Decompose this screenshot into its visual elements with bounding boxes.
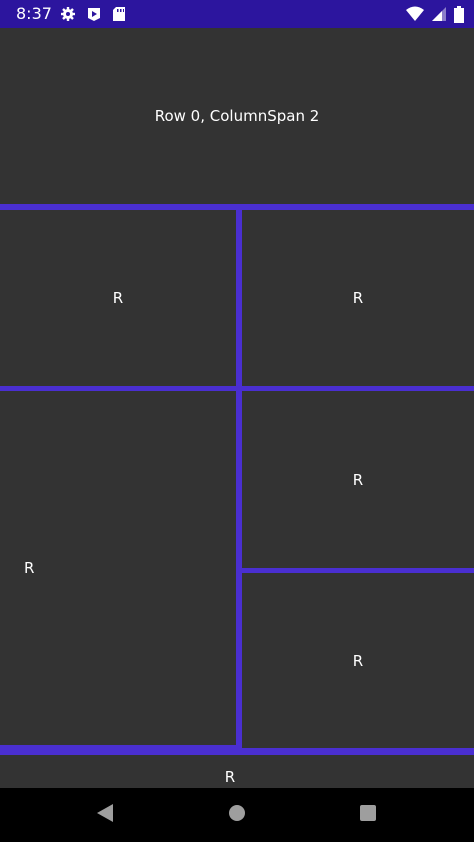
- back-button[interactable]: [93, 803, 117, 827]
- grid-cell-row2-rowspan2-col0: R: [0, 391, 236, 745]
- cell-label: R: [112, 289, 124, 307]
- grid-cell-row0-columnspan2: Row 0, ColumnSpan 2: [0, 28, 474, 204]
- back-icon: [96, 803, 114, 827]
- battery-icon: [454, 5, 464, 23]
- status-time: 8:37: [16, 4, 52, 23]
- home-button[interactable]: [225, 803, 249, 827]
- cell-label: R: [224, 768, 236, 786]
- grid-cell-row3-col1: R: [242, 573, 474, 748]
- home-icon: [228, 804, 246, 826]
- signal-icon: [432, 6, 446, 22]
- grid-cell-row1-col1: R: [242, 210, 474, 386]
- grid-cell-row1-col0: R: [0, 210, 236, 386]
- recents-button[interactable]: [356, 803, 380, 827]
- cell-label: Row 0, ColumnSpan 2: [154, 107, 320, 125]
- play-store-icon: [86, 6, 102, 22]
- gear-icon: [60, 6, 76, 22]
- wifi-icon: [406, 6, 424, 22]
- cell-label: R: [352, 470, 364, 489]
- grid-layout: Row 0, ColumnSpan 2 R R R R R R: [0, 28, 474, 788]
- grid-cell-row2-col1: R: [242, 391, 474, 568]
- navigation-bar: [0, 788, 474, 842]
- sd-card-icon: [112, 6, 126, 22]
- status-icons-right: [406, 5, 464, 23]
- cell-label: R: [352, 651, 364, 670]
- grid-cell-row4-columnspan2: R: [0, 755, 474, 788]
- cell-label: R: [24, 559, 35, 577]
- recents-icon: [359, 804, 377, 826]
- status-bar: 8:37: [0, 0, 474, 28]
- cell-label: R: [352, 289, 364, 307]
- status-icons-left: [60, 5, 126, 23]
